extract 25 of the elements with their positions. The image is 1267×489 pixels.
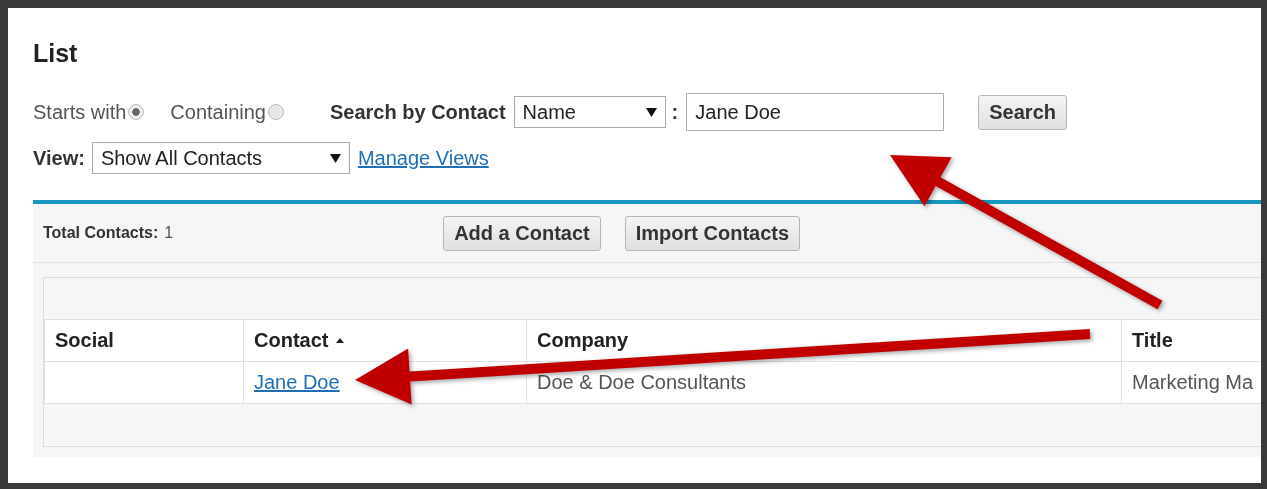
page-title: List <box>33 38 78 68</box>
search-input[interactable]: Jane Doe <box>686 93 945 131</box>
toolbar-button[interactable]: Import Contacts <box>624 215 801 251</box>
toolbar-button[interactable]: Add a Contact <box>443 215 601 251</box>
search-label: Search by Contact <box>330 100 506 124</box>
dropdown-caret-icon <box>645 107 657 117</box>
total-label: Total Contacts: <box>43 224 159 242</box>
manage-views-link[interactable]: Manage Views <box>357 146 489 170</box>
radio-button[interactable] <box>268 104 284 120</box>
column-header[interactable]: Social <box>44 319 243 361</box>
column-header[interactable]: Title <box>1121 319 1261 361</box>
separator: : <box>671 100 679 124</box>
column-header[interactable]: Contact <box>243 319 526 361</box>
radio-label: Starts with <box>33 100 127 124</box>
total-count: 1 <box>164 224 174 242</box>
view-label: View: <box>33 146 85 170</box>
view-select[interactable]: Show All Contacts <box>91 142 350 174</box>
table-cell: Doe & Doe Consultants <box>526 361 1121 403</box>
radio-label: Containing <box>170 100 266 124</box>
table-cell: Marketing Ma <box>1121 361 1261 403</box>
dropdown-caret-icon <box>329 153 341 163</box>
radio-button[interactable] <box>128 104 145 120</box>
search-field-select[interactable]: Name <box>513 96 666 128</box>
contact-link[interactable]: Jane Doe <box>254 371 340 394</box>
search-button[interactable]: Search <box>978 94 1067 130</box>
